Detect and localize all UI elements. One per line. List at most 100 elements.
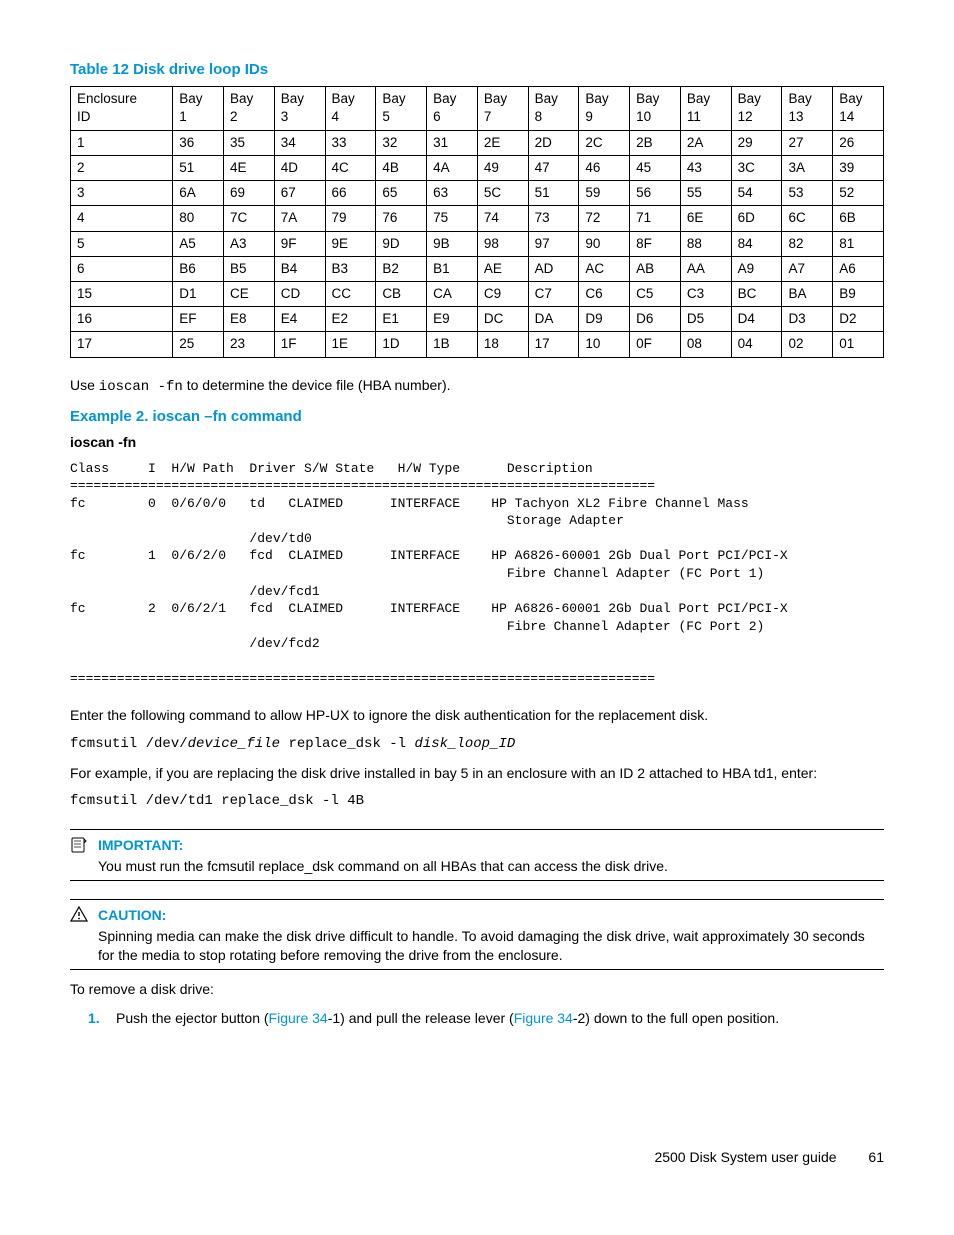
table-cell: 49	[477, 155, 528, 180]
table-cell: 6B	[833, 206, 884, 231]
table-cell: 72	[579, 206, 630, 231]
separator	[70, 829, 884, 830]
step-1: 1. Push the ejector button (Figure 34-1)…	[88, 1009, 884, 1028]
table-cell: 75	[427, 206, 478, 231]
table-header: Bay10	[630, 87, 681, 130]
table-cell: 4B	[376, 155, 427, 180]
table-header: Bay12	[731, 87, 782, 130]
footer-title: 2500 Disk System user guide	[654, 1149, 836, 1165]
table-cell: 35	[224, 130, 275, 155]
table-cell: 08	[680, 332, 731, 357]
paragraph-example-intro: For example, if you are replacing the di…	[70, 764, 884, 783]
table-cell: E4	[274, 307, 325, 332]
code-arg: disk_loop_ID	[414, 736, 515, 752]
table-cell: 76	[376, 206, 427, 231]
table-header: Bay6	[427, 87, 478, 130]
table-cell: 17	[71, 332, 173, 357]
table-header: Bay11	[680, 87, 731, 130]
table-cell: 3	[71, 181, 173, 206]
table-cell: 53	[782, 181, 833, 206]
table-cell: 2D	[528, 130, 579, 155]
table-cell: 9F	[274, 231, 325, 256]
table-cell: 23	[224, 332, 275, 357]
table-cell: 16	[71, 307, 173, 332]
warning-icon	[70, 906, 88, 927]
table-cell: 36	[173, 130, 224, 155]
table-cell: AD	[528, 256, 579, 281]
table-cell: 6A	[173, 181, 224, 206]
table-cell: 3C	[731, 155, 782, 180]
table-cell: 15	[71, 282, 173, 307]
separator	[70, 899, 884, 900]
table-cell: CE	[224, 282, 275, 307]
table-cell: D6	[630, 307, 681, 332]
table-header: Bay3	[274, 87, 325, 130]
table-cell: B6	[173, 256, 224, 281]
table-cell: 59	[579, 181, 630, 206]
table-cell: 81	[833, 231, 884, 256]
table-header: Bay13	[782, 87, 833, 130]
text: Push the ejector button (	[116, 1010, 269, 1026]
table-cell: 2C	[579, 130, 630, 155]
table-cell: 79	[325, 206, 376, 231]
table-cell: D9	[579, 307, 630, 332]
table-cell: 33	[325, 130, 376, 155]
table-cell: AC	[579, 256, 630, 281]
table-cell: 9B	[427, 231, 478, 256]
table-cell: 43	[680, 155, 731, 180]
table-cell: 0F	[630, 332, 681, 357]
table-cell: 45	[630, 155, 681, 180]
table-cell: 74	[477, 206, 528, 231]
important-text: You must run the fcmsutil replace_dsk co…	[98, 857, 884, 876]
text: Use	[70, 377, 99, 393]
table-cell: D1	[173, 282, 224, 307]
table-cell: 84	[731, 231, 782, 256]
table-cell: 6E	[680, 206, 731, 231]
table-cell: 73	[528, 206, 579, 231]
table-cell: 02	[782, 332, 833, 357]
table-cell: 6	[71, 256, 173, 281]
table-cell: A3	[224, 231, 275, 256]
table-cell: BA	[782, 282, 833, 307]
figure-link[interactable]: Figure 34	[269, 1010, 328, 1026]
table-cell: 2A	[680, 130, 731, 155]
table-cell: 4D	[274, 155, 325, 180]
table-cell: A6	[833, 256, 884, 281]
table-cell: 7A	[274, 206, 325, 231]
table-cell: 4	[71, 206, 173, 231]
caution-admonition: CAUTION: Spinning media can make the dis…	[70, 899, 884, 970]
table-cell: 26	[833, 130, 884, 155]
disk-loop-id-table: EnclosureIDBay1Bay2Bay3Bay4Bay5Bay6Bay7B…	[70, 86, 884, 357]
table-cell: C6	[579, 282, 630, 307]
table-header: Bay9	[579, 87, 630, 130]
paragraph-enter-command: Enter the following command to allow HP-…	[70, 706, 884, 725]
code-arg: device_file	[188, 736, 280, 752]
page-number: 61	[868, 1148, 884, 1167]
table-cell: 6C	[782, 206, 833, 231]
table-cell: 54	[731, 181, 782, 206]
table-cell: 65	[376, 181, 427, 206]
table-cell: B4	[274, 256, 325, 281]
table-cell: CC	[325, 282, 376, 307]
table-row: 2514E4D4C4B4A49474645433C3A39	[71, 155, 884, 180]
text: -2) down to the full open position.	[573, 1010, 779, 1026]
table-cell: 66	[325, 181, 376, 206]
table-cell: B5	[224, 256, 275, 281]
table-cell: 10	[579, 332, 630, 357]
table-cell: 32	[376, 130, 427, 155]
table-cell: 39	[833, 155, 884, 180]
table-cell: D3	[782, 307, 833, 332]
table-cell: 4E	[224, 155, 275, 180]
note-icon	[70, 836, 88, 859]
code-text: fcmsutil /dev/	[70, 736, 188, 752]
table-row: 5A5A39F9E9D9B9897908F88848281	[71, 231, 884, 256]
figure-link[interactable]: Figure 34	[514, 1010, 573, 1026]
table-cell: 2E	[477, 130, 528, 155]
table-cell: A5	[173, 231, 224, 256]
step-text: Push the ejector button (Figure 34-1) an…	[116, 1009, 779, 1028]
separator	[70, 880, 884, 881]
table-cell: 1E	[325, 332, 376, 357]
table-cell: C7	[528, 282, 579, 307]
table-cell: C3	[680, 282, 731, 307]
caution-text: Spinning media can make the disk drive d…	[98, 927, 884, 965]
